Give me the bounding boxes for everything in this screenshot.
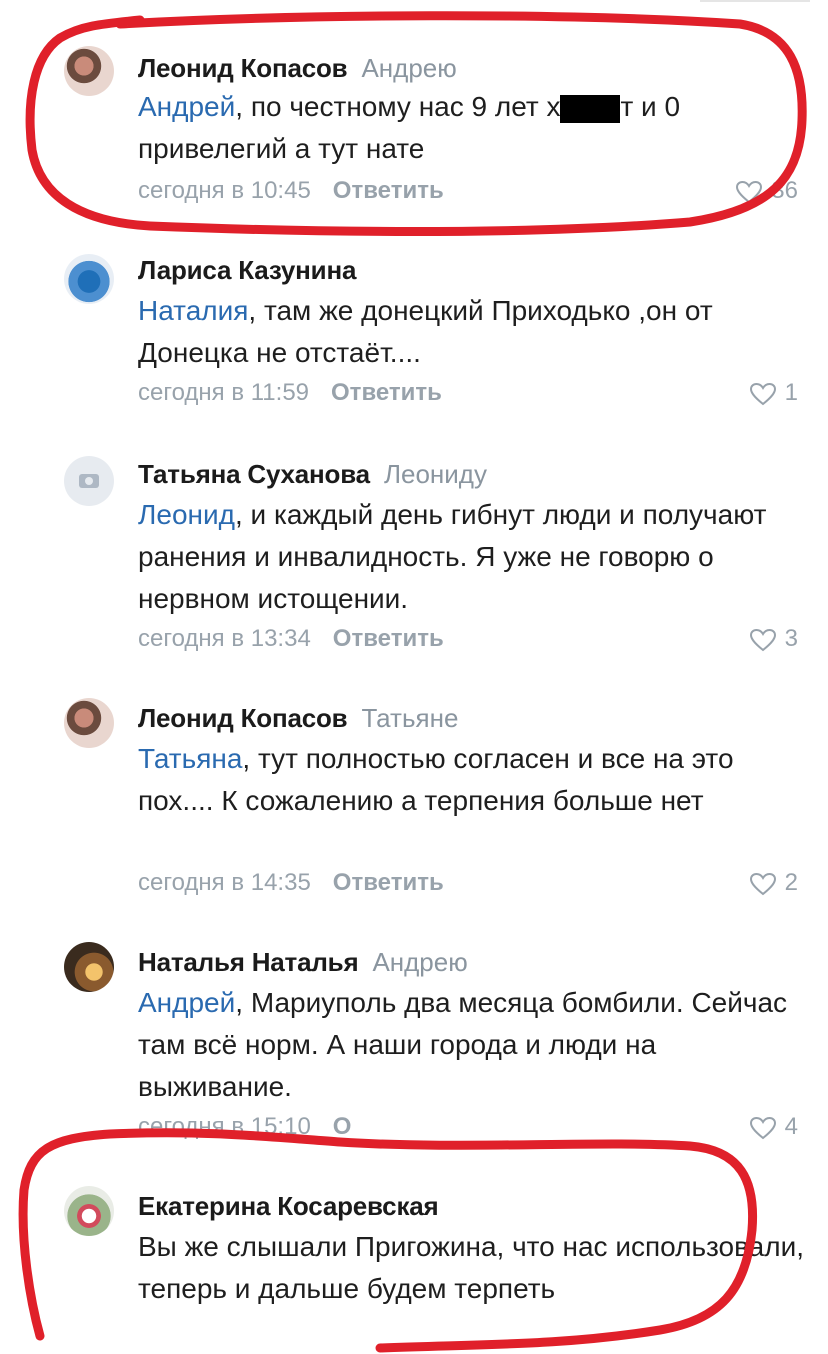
camera-placeholder-icon xyxy=(79,474,99,488)
heart-icon xyxy=(749,382,776,405)
comment-text: Андрей, по честному нас 9 лет хт и 0 при… xyxy=(138,91,681,164)
comment-text: Татьяна, тут полностью согласен и все на… xyxy=(138,743,734,816)
like-count: 36 xyxy=(771,177,798,204)
avatar[interactable] xyxy=(64,942,114,992)
comment-meta: сегодня в 14:35 Ответить xyxy=(138,868,444,898)
comment-text: Наталия, там же донецкий Приходько ,он о… xyxy=(138,295,713,368)
timestamp: сегодня в 11:59 xyxy=(138,379,310,406)
avatar[interactable] xyxy=(64,456,114,506)
avatar[interactable] xyxy=(64,698,114,748)
author-name[interactable]: Леонид Копасов xyxy=(138,53,348,83)
like-button[interactable]: 3 xyxy=(749,624,798,654)
reply-button[interactable]: Ответить xyxy=(333,625,444,652)
timestamp: сегодня в 10:45 xyxy=(138,177,311,204)
heart-icon xyxy=(736,180,763,203)
like-button[interactable]: 4 xyxy=(749,1112,798,1142)
author-name[interactable]: Наталья Наталья xyxy=(138,947,359,977)
comment-meta: сегодня в 15:10 О xyxy=(138,1112,351,1142)
heart-icon xyxy=(749,1116,776,1139)
heart-icon xyxy=(749,872,776,895)
comment-text: Леонид, и каждый день гибнут люди и полу… xyxy=(138,499,767,614)
timestamp: сегодня в 15:10 xyxy=(138,1113,311,1140)
reply-to-name[interactable]: Андрею xyxy=(372,947,467,977)
like-count: 1 xyxy=(784,379,798,406)
reply-button[interactable]: Ответить xyxy=(331,379,442,406)
author-name[interactable]: Екатерина Косаревская xyxy=(138,1191,439,1221)
censor-bar xyxy=(560,94,621,123)
author-name[interactable]: Леонид Копасов xyxy=(138,703,348,733)
mention-link[interactable]: Наталия xyxy=(138,295,248,326)
author-name[interactable]: Лариса Казунина xyxy=(138,255,356,285)
reply-button[interactable]: О xyxy=(333,1113,352,1140)
reply-button[interactable]: Ответить xyxy=(333,177,444,204)
reply-to-name[interactable]: Татьяне xyxy=(361,703,458,733)
comment-meta: сегодня в 11:59 Ответить xyxy=(138,378,442,408)
timestamp: сегодня в 14:35 xyxy=(138,869,311,896)
comment-text: Вы же слышали Пригожина, что нас использ… xyxy=(138,1231,805,1304)
mention-link[interactable]: Татьяна xyxy=(138,743,242,774)
comment-meta: сегодня в 10:45 Ответить xyxy=(138,176,444,206)
like-button[interactable]: 2 xyxy=(749,868,798,898)
like-count: 4 xyxy=(784,1113,798,1140)
author-name[interactable]: Татьяна Суханова xyxy=(138,459,370,489)
mention-link[interactable]: Андрей xyxy=(138,987,235,1018)
mention-link[interactable]: Андрей xyxy=(138,91,235,122)
reply-button[interactable]: Ответить xyxy=(333,869,444,896)
comment-text: Андрей, Мариуполь два месяца бомбили. Се… xyxy=(138,987,788,1102)
mention-link[interactable]: Леонид xyxy=(138,499,235,530)
comment-meta: сегодня в 13:34 Ответить xyxy=(138,624,444,654)
heart-icon xyxy=(749,628,776,651)
like-count: 2 xyxy=(784,869,798,896)
reply-to-name[interactable]: Леониду xyxy=(384,459,487,489)
reply-to-name[interactable]: Андрею xyxy=(361,53,456,83)
timestamp: сегодня в 13:34 xyxy=(138,625,311,652)
avatar[interactable] xyxy=(64,46,114,96)
top-divider xyxy=(700,0,810,2)
like-button[interactable]: 1 xyxy=(749,378,798,408)
like-button[interactable]: 36 xyxy=(735,176,798,206)
avatar[interactable] xyxy=(64,254,114,304)
avatar[interactable] xyxy=(64,1186,114,1236)
like-count: 3 xyxy=(784,625,798,652)
